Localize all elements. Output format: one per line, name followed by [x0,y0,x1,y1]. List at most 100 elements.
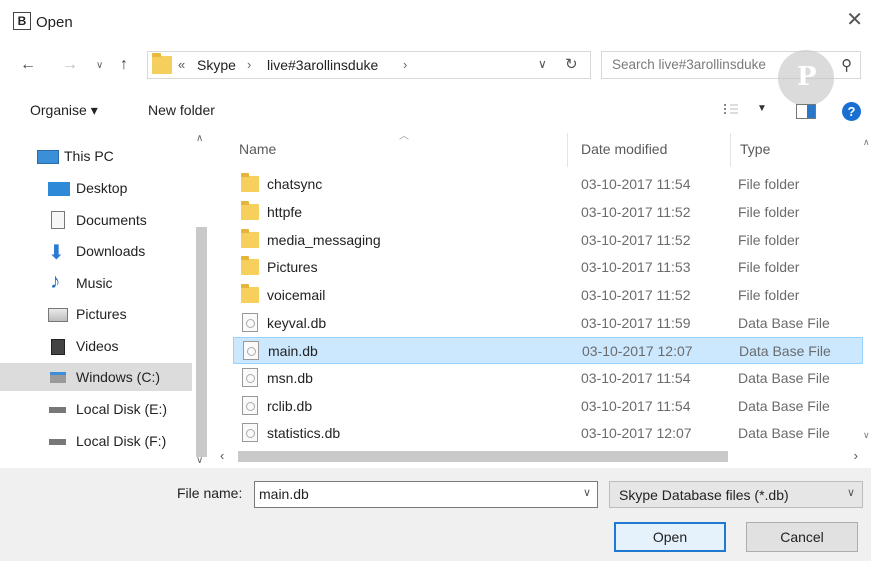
cancel-button[interactable]: Cancel [746,522,858,552]
breadcrumb-live-folder[interactable]: live#3arollinsduke [267,57,378,73]
file-type-select[interactable]: Skype Database files (*.db) ∨ [609,481,863,508]
disk-icon [49,439,66,445]
chevron-down-icon[interactable]: ∨ [196,455,203,466]
chevron-down-icon[interactable]: ∨ [583,486,591,499]
file-type: Data Base File [739,343,831,359]
file-row-httpfe[interactable]: httpfe 03-10-2017 11:52 File folder [233,199,863,226]
scroll-thumb[interactable] [238,451,728,462]
folder-icon [241,173,259,192]
file-row-keyval-db[interactable]: keyval.db 03-10-2017 11:59 Data Base Fil… [233,310,863,337]
nav-item-pictures[interactable]: Pictures [0,300,192,328]
nav-item-music[interactable]: ♪ Music [0,269,192,297]
nav-item-this-pc[interactable]: This PC [0,142,192,170]
close-icon[interactable]: ✕ [846,10,863,30]
file-type: Data Base File [738,370,830,386]
chevron-down-icon[interactable]: ∨ [863,430,870,441]
breadcrumb-skype[interactable]: Skype [197,57,236,73]
chevron-up-icon[interactable]: ∧ [196,133,203,144]
folder-icon [241,256,259,275]
view-options-icon[interactable] [724,104,738,116]
file-row-media-messaging[interactable]: media_messaging 03-10-2017 11:52 File fo… [233,227,863,254]
pc-icon [37,150,59,164]
nav-item-local-disk-f[interactable]: Local Disk (F:) [0,427,192,455]
refresh-icon[interactable]: ↻ [565,55,578,73]
file-date: 03-10-2017 11:52 [581,204,691,220]
database-file-icon [243,341,259,360]
nav-item-desktop[interactable]: Desktop [0,174,192,202]
recent-dropdown-icon[interactable]: ∨ [96,60,103,71]
new-folder-button[interactable]: New folder [148,102,215,118]
nav-item-label: Documents [76,212,147,228]
chevron-left-icon[interactable]: ‹ [220,448,224,463]
nav-item-label: Music [76,275,113,291]
nav-item-label: Downloads [76,243,146,259]
column-header-type[interactable]: Type [740,141,770,157]
folder-icon [241,284,259,303]
file-name: Pictures [267,259,318,275]
forward-arrow-icon[interactable]: → [62,56,78,74]
file-row-main-db[interactable]: main.db 03-10-2017 12:07 Data Base File [233,337,863,364]
file-list: ︿ Name Date modified Type chatsync 03-10… [221,127,871,470]
address-bar[interactable]: « Skype › live#3arollinsduke › ∨ ↻ [147,51,591,79]
chevron-up-icon[interactable]: ∧ [863,137,870,148]
nav-item-documents[interactable]: Documents [0,206,192,234]
file-date: 03-10-2017 11:53 [581,259,691,275]
nav-item-label: Local Disk (F:) [76,433,167,449]
help-icon[interactable]: ? [842,102,861,121]
file-name-combo[interactable]: ∨ [254,481,598,508]
file-name: statistics.db [267,425,341,441]
address-row: ← → ∨ ↑ « Skype › live#3arollinsduke › ∨… [0,46,871,86]
file-type: File folder [738,287,800,303]
column-header-name[interactable]: Name [239,141,276,157]
breadcrumb-separator[interactable]: › [403,57,407,72]
nav-item-label: This PC [64,148,114,164]
file-row-statistics-db[interactable]: statistics.db 03-10-2017 12:07 Data Base… [233,420,863,447]
preview-pane-icon[interactable] [796,104,816,119]
overflow-icon[interactable]: « [178,57,185,72]
file-row-chatsync[interactable]: chatsync 03-10-2017 11:54 File folder [233,171,863,198]
back-arrow-icon[interactable]: ← [20,56,36,74]
command-bar: Organise ▾ New folder [0,93,871,127]
column-header-date[interactable]: Date modified [581,141,667,157]
scroll-thumb[interactable] [196,227,207,457]
search-icon[interactable]: ⚲ [841,56,852,74]
chevron-down-icon[interactable]: ∨ [538,57,547,71]
dialog-footer: File name: ∨ Skype Database files (*.db)… [0,468,871,561]
folder-icon [241,201,259,220]
file-name: rclib.db [267,398,313,414]
chevron-down-icon[interactable]: ∨ [847,486,855,499]
up-arrow-icon[interactable]: ↑ [120,56,128,74]
nav-item-windows-c[interactable]: Windows (C:) [0,363,192,391]
nav-item-videos[interactable]: Videos [0,332,192,360]
title-bar: B Open ✕ [0,0,871,46]
desktop-icon [48,182,70,196]
file-date: 03-10-2017 12:07 [581,425,692,441]
file-type: File folder [738,176,800,192]
file-row-rclib-db[interactable]: rclib.db 03-10-2017 11:54 Data Base File [233,393,863,420]
column-divider[interactable] [567,133,568,167]
nav-item-downloads[interactable]: ⬇ Downloads [0,237,192,265]
file-date: 03-10-2017 11:52 [581,287,691,303]
file-row-pictures[interactable]: Pictures 03-10-2017 11:53 File folder [233,254,863,281]
organise-button[interactable]: Organise ▾ [30,102,98,119]
pictures-icon [48,308,68,322]
horizontal-scrollbar[interactable]: ‹ › [214,446,864,466]
file-name: chatsync [267,176,323,192]
nav-item-local-disk-e[interactable]: Local Disk (E:) [0,395,192,423]
nav-item-label: Desktop [76,180,128,196]
file-name-field[interactable] [259,486,559,502]
file-row-voicemail[interactable]: voicemail 03-10-2017 11:52 File folder [233,282,863,309]
database-file-icon [242,423,258,442]
folder-icon [152,53,172,74]
open-button[interactable]: Open [614,522,726,552]
videos-icon [51,339,65,355]
column-divider[interactable] [730,133,731,167]
chevron-down-icon[interactable]: ▼ [757,103,767,114]
file-name-label: File name: [177,485,243,501]
nav-scrollbar[interactable]: ∧ ∨ [193,127,210,470]
file-type: File folder [738,204,800,220]
file-row-msn-db[interactable]: msn.db 03-10-2017 11:54 Data Base File [233,365,863,392]
breadcrumb-separator[interactable]: › [247,57,251,72]
file-name: httpfe [267,204,303,220]
chevron-right-icon[interactable]: › [854,448,858,463]
